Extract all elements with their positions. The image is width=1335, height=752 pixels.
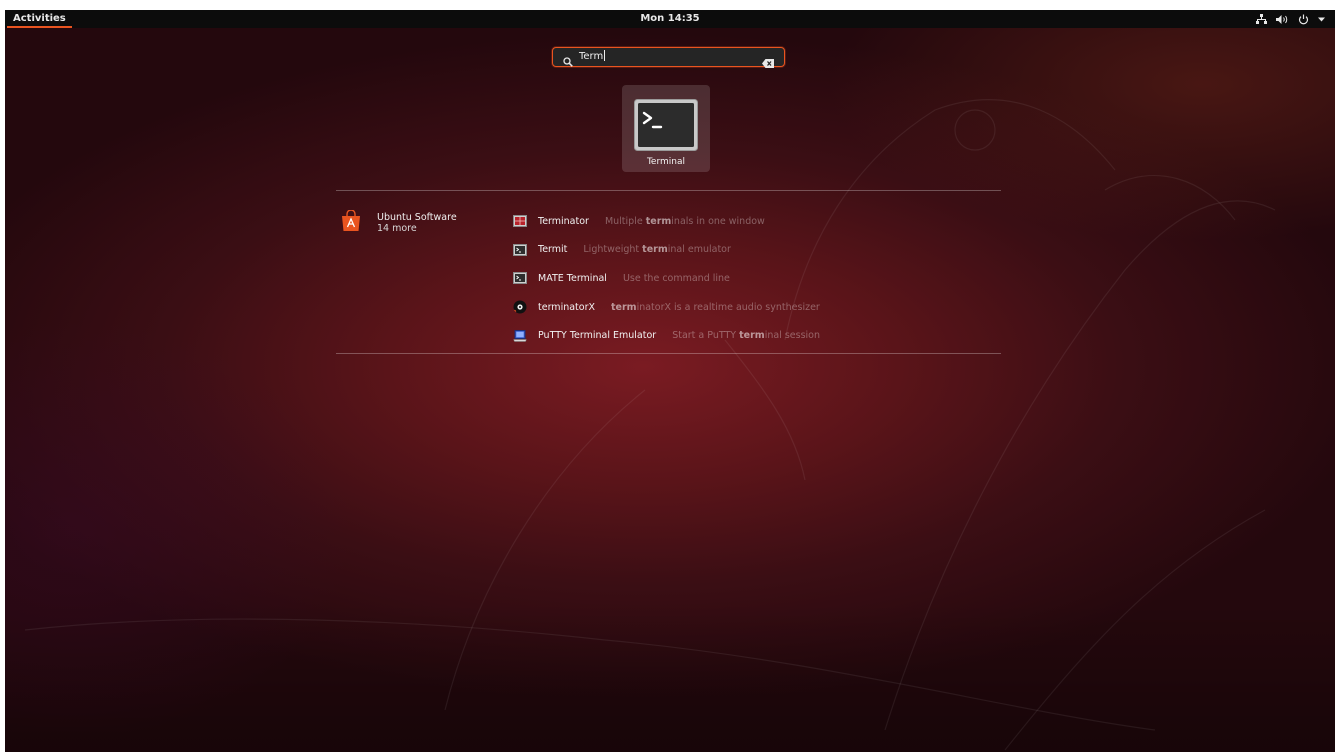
result-name: PuTTY Terminal Emulator [538, 330, 657, 342]
result-description: Lightweight terminal emulator [583, 244, 731, 256]
featured-app-label: Terminal [646, 157, 686, 167]
result-name: terminatorX [538, 301, 595, 313]
screenshot-border-top [0, 0, 1335, 10]
result-name: Terminator [538, 215, 589, 227]
result-item-putty[interactable]: PuTTY Terminal Emulator Start a PuTTY te… [513, 321, 993, 350]
provider-ubuntu-software[interactable]: Ubuntu Software 14 more [341, 209, 471, 236]
terminal-icon [634, 99, 698, 155]
result-item-terminatorx[interactable]: terminatorX terminatorX is a realtime au… [513, 293, 993, 322]
results-separator-top [336, 190, 1001, 191]
result-name: Termit [538, 244, 568, 256]
featured-app-terminal[interactable]: Terminal [622, 85, 710, 172]
result-item-mate-terminal[interactable]: MATE Terminal Use the command line [513, 264, 993, 293]
ubuntu-software-icon [341, 209, 361, 236]
provider-name: Ubuntu Software [377, 212, 457, 223]
clock-button[interactable]: Mon 14:35 [640, 13, 699, 24]
result-item-termit[interactable]: Termit Lightweight terminal emulator [513, 236, 993, 265]
search-results-list: Terminator Multiple terminals in one win… [513, 207, 993, 350]
clear-search-icon[interactable] [762, 53, 774, 72]
search-query-text: Term [579, 51, 604, 62]
text-caret [604, 50, 606, 61]
power-icon[interactable] [1298, 14, 1309, 25]
result-description: Start a PuTTY terminal session [672, 330, 821, 342]
search-icon [563, 52, 573, 71]
terminator-icon [513, 214, 527, 228]
termit-icon [513, 243, 527, 257]
results-separator-bottom [336, 353, 1001, 354]
tray-menu-arrow-icon[interactable] [1318, 17, 1325, 22]
network-icon[interactable] [1256, 13, 1267, 25]
mate-terminal-icon [513, 271, 527, 285]
terminatorx-icon [513, 300, 527, 314]
provider-more-count: 14 more [377, 223, 417, 234]
result-description: terminatorX is a realtime audio synthesi… [611, 301, 820, 313]
result-description: Use the command line [622, 272, 730, 284]
top-bar: Activities Mon 14:35 [5, 10, 1335, 28]
search-input[interactable]: Term [552, 47, 785, 68]
system-tray[interactable] [1256, 10, 1325, 28]
putty-icon [513, 329, 527, 343]
result-name: MATE Terminal [538, 272, 607, 284]
volume-icon[interactable] [1276, 14, 1289, 25]
activities-button[interactable]: Activities [7, 10, 72, 28]
result-item-terminator[interactable]: Terminator Multiple terminals in one win… [513, 207, 993, 236]
result-description: Multiple terminals in one window [604, 215, 765, 227]
